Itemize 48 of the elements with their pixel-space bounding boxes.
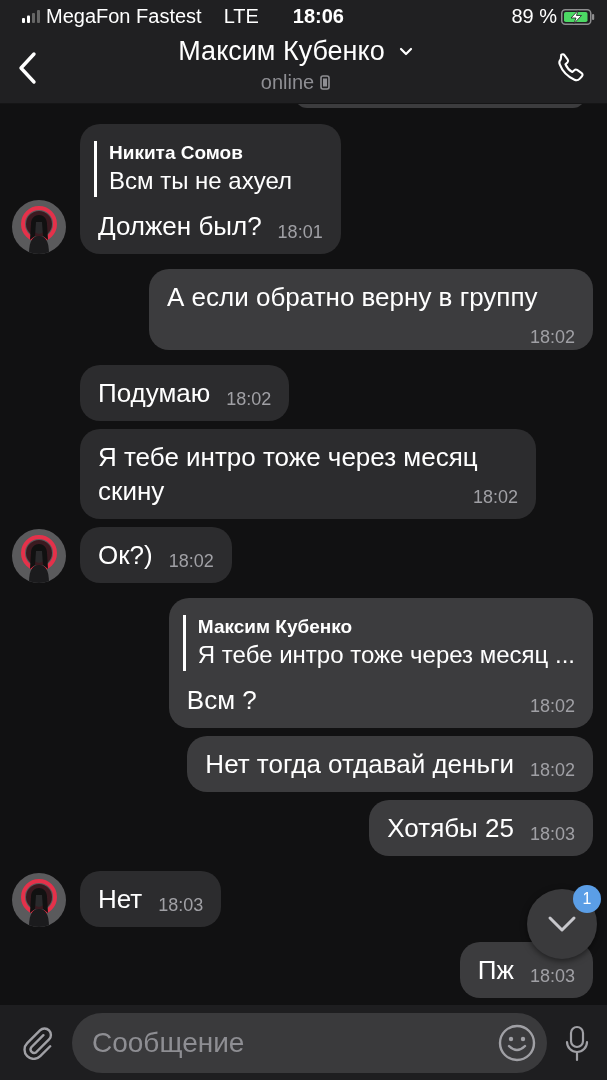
reply-author: Никита Сомов xyxy=(109,141,244,165)
message-text: Подумаю xyxy=(98,378,211,408)
message-text: Пж xyxy=(477,955,514,985)
message-time: 18:02 xyxy=(529,760,575,780)
reply-quote[interactable]: Максим Кубенко Я тебе интро тоже через месяц ... xyxy=(182,615,575,671)
paperclip-icon xyxy=(20,1025,54,1060)
message-time: 18:01 xyxy=(277,222,323,242)
message-field[interactable]: Сообщение xyxy=(72,1012,547,1073)
avatar[interactable] xyxy=(12,873,66,927)
message-time: 18:03 xyxy=(529,824,575,844)
message-time: 18:02 xyxy=(226,389,272,409)
online-status: online xyxy=(260,71,315,94)
carrier-name: MegaFon Fastest xyxy=(46,5,202,28)
message-text: Должен был? xyxy=(98,211,262,241)
message-time: 18:03 xyxy=(158,895,204,915)
message-text: Хотябы 25 xyxy=(387,813,514,843)
reply-quote[interactable]: Никита Сомов Всм ты не ахуел xyxy=(94,141,323,197)
reply-author: Максим Кубенко xyxy=(197,615,354,639)
back-button[interactable] xyxy=(18,51,38,85)
network-type: LTE xyxy=(223,5,259,28)
message-text: А если обратно верну в группу xyxy=(167,282,538,312)
message-time: 18:02 xyxy=(529,327,575,347)
chevron-down-icon xyxy=(547,915,577,933)
message-time: 18:02 xyxy=(168,551,214,571)
reply-text: Я тебе интро тоже через месяц ... xyxy=(197,640,575,670)
message-time: 18:03 xyxy=(529,966,575,986)
reply-text: Всм ты не ахуел xyxy=(109,166,293,196)
message-text: Нет тогда отдавай деньги xyxy=(205,749,514,779)
mobile-device-icon xyxy=(320,75,331,90)
microphone-icon xyxy=(565,1023,589,1062)
unread-badge: 1 xyxy=(573,885,601,913)
battery-percent: 89 % xyxy=(511,5,557,28)
message-text: Нет xyxy=(98,884,143,914)
chevron-down-icon xyxy=(398,47,413,56)
signal-icon xyxy=(22,10,40,23)
chat-title[interactable]: Максим Кубенко xyxy=(178,36,413,67)
avatar[interactable] xyxy=(12,529,66,583)
emoji-button[interactable] xyxy=(497,1022,537,1063)
message-text: Ок?) xyxy=(98,540,153,570)
avatar[interactable] xyxy=(12,200,66,254)
clock-time: 18:06 xyxy=(292,5,344,28)
message-time: 18:02 xyxy=(529,696,575,716)
battery-charging-icon xyxy=(561,8,595,25)
message-text: Всм ? xyxy=(186,685,257,715)
microphone-button[interactable] xyxy=(565,1023,589,1062)
back-icon xyxy=(18,51,38,85)
smiley-icon xyxy=(497,1022,537,1063)
attach-button[interactable] xyxy=(20,1025,54,1060)
